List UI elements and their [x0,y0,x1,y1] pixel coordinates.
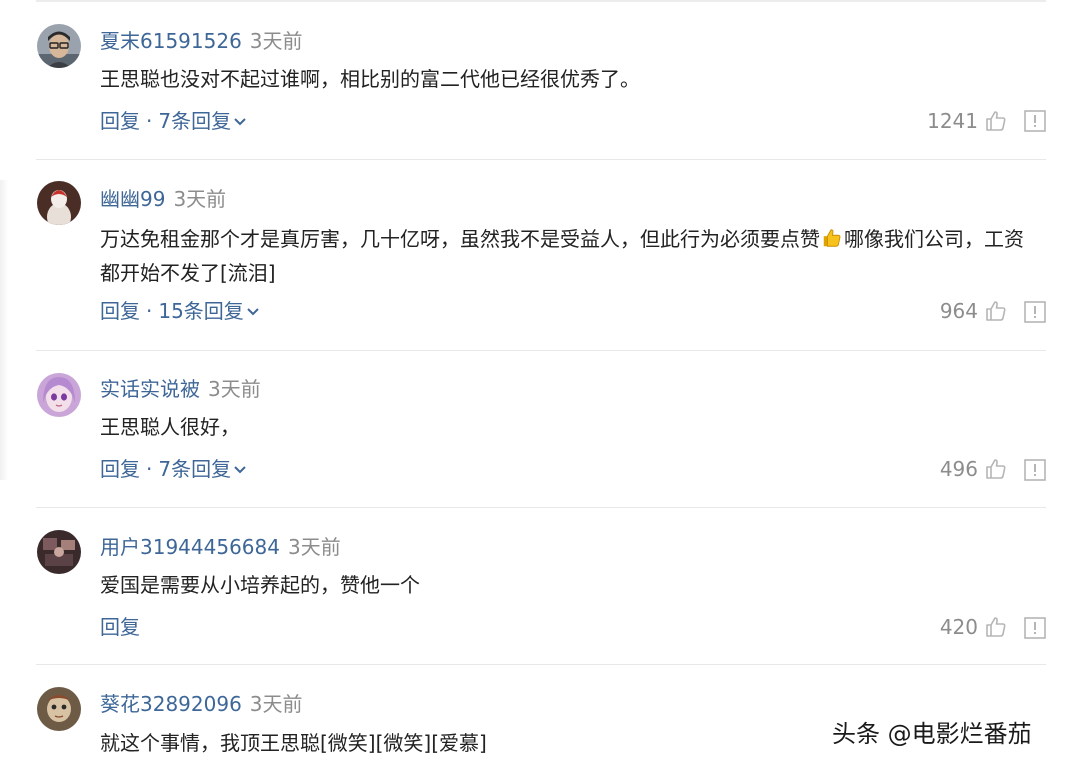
comment-divider [36,159,1046,160]
comment-meta: 葵花32892096 3天前 [100,689,303,719]
thumbs-up-icon[interactable] [984,109,1008,133]
comment-actions: 回复 · 7条回复 [100,106,247,136]
separator: · [146,109,153,133]
timestamp: 3天前 [173,187,227,211]
reply-button[interactable]: 回复 [100,457,140,481]
thumbs-up-icon[interactable] [984,615,1008,639]
comment-list: 夏末61591526 3天前 王思聪也没对不起过谁啊，相比别的富二代他已经很优秀了… [0,0,1080,770]
comment-text: 万达免租金那个才是真厉害，几十亿呀，虽然我不是受益人，但此行为必须要点赞 哪像我们… [100,222,1040,290]
avatar[interactable] [37,24,81,68]
view-replies-button[interactable]: 15条回复 [158,299,259,323]
dark-pattern-avatar-icon [37,530,81,574]
avatar[interactable] [37,687,81,731]
like-count: 1241 [927,109,978,133]
report-icon[interactable] [1024,301,1046,323]
thumbs-up-icon[interactable] [984,299,1008,323]
thumbs-up-emoji-icon [823,229,841,247]
comment-actions: 回复 · 7条回复 [100,454,247,484]
thumbs-up-icon[interactable] [984,457,1008,481]
watermark: 头条 @电影烂番茄 [832,720,1032,748]
username[interactable]: 用户31944456684 [100,535,280,559]
comment-meta: 夏末61591526 3天前 [100,26,303,56]
reply-button[interactable]: 回复 [100,109,140,133]
reply-button[interactable]: 回复 [100,299,140,323]
man-with-glasses-avatar-icon [37,24,81,68]
view-replies-button[interactable]: 7条回复 [158,109,247,133]
username[interactable]: 葵花32892096 [100,692,242,716]
timestamp: 3天前 [287,535,341,559]
reply-count: 7条回复 [158,457,232,481]
comment-meta: 用户31944456684 3天前 [100,532,341,562]
report-icon[interactable] [1024,617,1046,639]
comment-text: 王思聪也没对不起过谁啊，相比别的富二代他已经很优秀了。 [100,67,640,91]
timestamp: 3天前 [249,29,303,53]
like-count: 496 [939,457,978,481]
doll-figure-avatar-icon [37,687,81,731]
reply-count: 7条回复 [158,109,232,133]
like-count: 964 [939,299,978,323]
comment-text: 爱国是需要从小培养起的，赞他一个 [100,573,420,597]
username[interactable]: 夏末61591526 [100,29,242,53]
username[interactable]: 实话实说被 [100,377,200,401]
comment-divider [36,664,1046,665]
separator: · [146,299,153,323]
comment-divider [36,350,1046,351]
like-count: 420 [939,615,978,639]
separator: · [146,457,153,481]
timestamp: 3天前 [249,692,303,716]
view-replies-button[interactable]: 7条回复 [158,457,247,481]
reply-count: 15条回复 [158,299,244,323]
avatar[interactable] [37,181,81,225]
reply-button[interactable]: 回复 [100,615,140,639]
avatar[interactable] [37,373,81,417]
chevron-down-icon [234,118,246,126]
comment-text-part: 万达免租金那个才是真厉害，几十亿呀，虽然我不是受益人，但此行为必须要点赞 [100,227,820,251]
username[interactable]: 幽幽99 [100,187,165,211]
report-icon[interactable] [1024,110,1046,132]
comment-meta: 实话实说被 3天前 [100,374,261,404]
anime-girl-avatar-icon [37,373,81,417]
comment-text: 王思聪人很好， [100,415,240,439]
chevron-down-icon [234,466,246,474]
avatar[interactable] [37,530,81,574]
white-figure-dark-avatar-icon [37,181,81,225]
comment-actions: 回复 · 15条回复 [100,296,260,326]
comment-actions: 回复 [100,612,140,642]
comment-divider [36,507,1046,508]
report-icon[interactable] [1024,459,1046,481]
comment-meta: 幽幽99 3天前 [100,184,226,214]
chevron-down-icon [247,308,259,316]
timestamp: 3天前 [208,377,261,401]
